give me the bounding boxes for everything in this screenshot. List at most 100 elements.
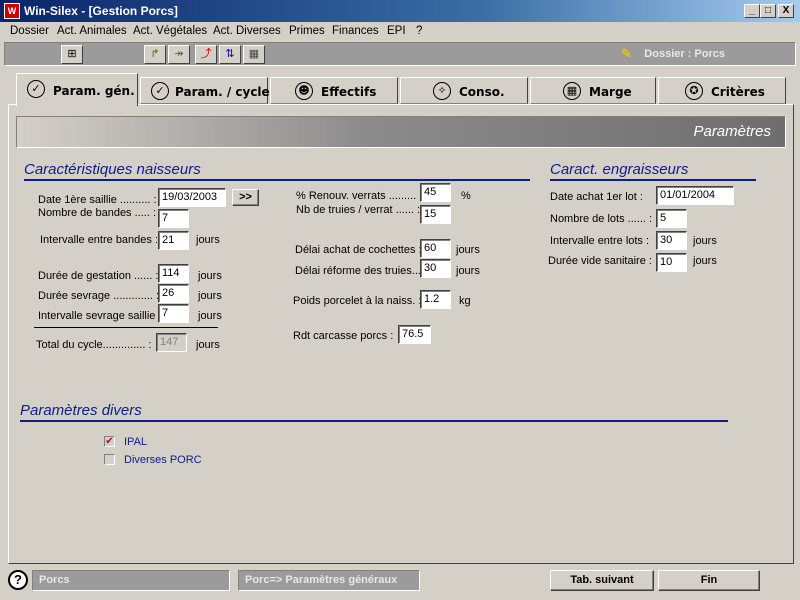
diverses-porc-checkbox[interactable] — [104, 454, 115, 465]
close-button[interactable]: X — [778, 4, 794, 18]
jours-unit: jours — [198, 290, 222, 302]
delai-cochettes-field[interactable]: 60 — [420, 239, 451, 258]
chart-line-icon[interactable]: ⤴ — [195, 45, 217, 64]
people-icon: ☻ — [295, 82, 313, 100]
intervalle-bandes-label: Intervalle entre bandes : — [40, 234, 159, 246]
date-achat-label: Date achat 1er lot : — [550, 191, 643, 203]
menu-epi[interactable]: EPI — [387, 25, 406, 37]
arrow-forward-icon[interactable]: ↱ — [144, 45, 166, 64]
intervalle-sevrage-field[interactable]: 7 — [158, 304, 189, 323]
date-saillie-field[interactable]: 19/03/2003 — [158, 188, 226, 207]
jours-unit: jours — [196, 234, 220, 246]
renouv-verrats-label: % Renouv. verrats ......... : — [296, 190, 423, 202]
calculator-icon[interactable]: ▦ — [243, 45, 265, 64]
title-bar: W Win-Silex - [Gestion Porcs] _ □ X — [0, 0, 800, 22]
menu-act-diverses[interactable]: Act. Diverses — [213, 25, 281, 37]
intervalle-bandes-field[interactable]: 21 — [158, 231, 189, 250]
poids-porcelet-field[interactable]: 1.2 — [420, 290, 451, 309]
tab-criteres[interactable]: ✪ Critères — [658, 77, 786, 104]
delai-reforme-label: Délai réforme des truies... : — [295, 265, 428, 277]
menu-help[interactable]: ? — [416, 25, 422, 37]
jours-unit: jours — [693, 255, 717, 267]
checkmark-icon: ✓ — [151, 82, 169, 100]
total-cycle-field: 147 — [156, 333, 187, 352]
window-title: Win-Silex - [Gestion Porcs] — [24, 4, 178, 18]
app-icon: W — [4, 3, 20, 19]
dossier-label: Dossier : Porcs — [644, 48, 725, 60]
engraisseurs-title: Caract. engraisseurs — [550, 161, 756, 181]
naisseurs-title: Caractéristiques naisseurs — [24, 161, 530, 181]
diverses-porc-label: Diverses PORC — [124, 454, 202, 466]
duree-vide-field[interactable]: 10 — [656, 253, 687, 272]
jours-unit: jours — [456, 265, 480, 277]
double-arrow-icon[interactable]: ↠ — [168, 45, 190, 64]
tab-marge[interactable]: ▦ Marge — [530, 77, 656, 104]
toolbar: ⊞ ↱ ↠ ⤴ ⇅ ▦ ✎ Dossier : Porcs — [4, 42, 796, 66]
sort-icon[interactable]: ⇅ — [219, 45, 241, 64]
nb-lots-field[interactable]: 5 — [656, 209, 687, 228]
nb-lots-label: Nombre de lots ...... : — [550, 213, 653, 225]
tab-label: Critères — [711, 85, 765, 99]
duree-sevrage-field[interactable]: 26 — [158, 284, 189, 303]
divers-title: Paramètres divers — [20, 402, 728, 422]
rdt-carcasse-label: Rdt carcasse porcs : — [293, 330, 394, 342]
end-button[interactable]: Fin — [658, 570, 760, 591]
banner-title: Paramètres — [693, 123, 771, 140]
tab-param-cycle[interactable]: ✓ Param. / cycle — [140, 77, 270, 104]
jours-unit: jours — [198, 310, 222, 322]
nb-bandes-field[interactable]: 7 — [158, 209, 189, 228]
menu-act-vegetales[interactable]: Act. Végétales — [133, 25, 207, 37]
star-icon: ✪ — [685, 82, 703, 100]
ipal-label: IPAL — [124, 436, 148, 448]
menu-finances[interactable]: Finances — [332, 25, 379, 37]
date-saillie-label: Date 1ère saillie .......... : — [38, 194, 157, 206]
jours-unit: jours — [693, 235, 717, 247]
percent-unit: % — [461, 190, 471, 202]
jours-unit: jours — [198, 270, 222, 282]
kg-unit: kg — [459, 295, 471, 307]
folder-note-icon: ✎ — [621, 46, 632, 61]
intervalle-lots-label: Intervalle entre lots : — [550, 235, 650, 247]
date-achat-field[interactable]: 01/01/2004 — [656, 186, 734, 205]
rdt-carcasse-field[interactable]: 76.5 — [398, 325, 431, 344]
tab-label: Marge — [589, 85, 632, 99]
truies-verrat-field[interactable]: 15 — [420, 205, 451, 224]
duree-gestation-label: Durée de gestation ...... : — [38, 270, 159, 282]
status-module: Porcs — [32, 570, 230, 591]
renouv-verrats-field[interactable]: 45 — [420, 183, 451, 202]
delai-cochettes-label: Délai achat de cochettes : — [295, 244, 422, 256]
duree-gestation-field[interactable]: 114 — [158, 264, 189, 283]
delai-reforme-field[interactable]: 30 — [420, 259, 451, 278]
tab-label: Conso. — [459, 85, 505, 99]
tab-param-gen[interactable]: ✓ Param. gén. — [16, 73, 138, 106]
nb-bandes-label: Nombre de bandes ..... : — [38, 207, 157, 219]
poids-porcelet-label: Poids porcelet à la naiss. : — [293, 295, 422, 307]
tab-label: Param. gén. — [53, 84, 135, 98]
minimize-button[interactable]: _ — [744, 4, 760, 18]
date-picker-button[interactable]: >> — [232, 189, 259, 206]
compass-icon: ✧ — [433, 82, 451, 100]
menu-primes[interactable]: Primes — [289, 25, 325, 37]
intervalle-lots-field[interactable]: 30 — [656, 231, 687, 250]
calculator-icon: ▦ — [563, 82, 581, 100]
ipal-checkbox[interactable]: ✔ — [104, 436, 115, 447]
menu-bar: Dossier Act. Animales Act. Végétales Act… — [0, 22, 800, 42]
total-cycle-label: Total du cycle.............. : — [36, 339, 152, 351]
truies-verrat-label: Nb de truies / verrat ...... : — [296, 204, 421, 216]
help-icon[interactable]: ? — [8, 570, 28, 590]
checkmark-icon: ✓ — [27, 80, 45, 98]
jours-unit: jours — [196, 339, 220, 351]
tree-structure-icon[interactable]: ⊞ — [61, 45, 83, 64]
next-tab-button[interactable]: Tab. suivant — [550, 570, 654, 591]
tab-effectifs[interactable]: ☻ Effectifs — [270, 77, 398, 104]
tab-label: Effectifs — [321, 85, 377, 99]
menu-dossier[interactable]: Dossier — [10, 25, 49, 37]
menu-act-animales[interactable]: Act. Animales — [57, 25, 127, 37]
tab-conso[interactable]: ✧ Conso. — [400, 77, 528, 104]
intervalle-sevrage-label: Intervalle sevrage saillie : — [38, 310, 162, 322]
status-path: Porc=> Paramètres généraux — [238, 570, 420, 591]
divider — [34, 327, 218, 328]
maximize-button[interactable]: □ — [760, 4, 776, 18]
jours-unit: jours — [456, 244, 480, 256]
duree-vide-label: Durée vide sanitaire : — [548, 255, 652, 267]
